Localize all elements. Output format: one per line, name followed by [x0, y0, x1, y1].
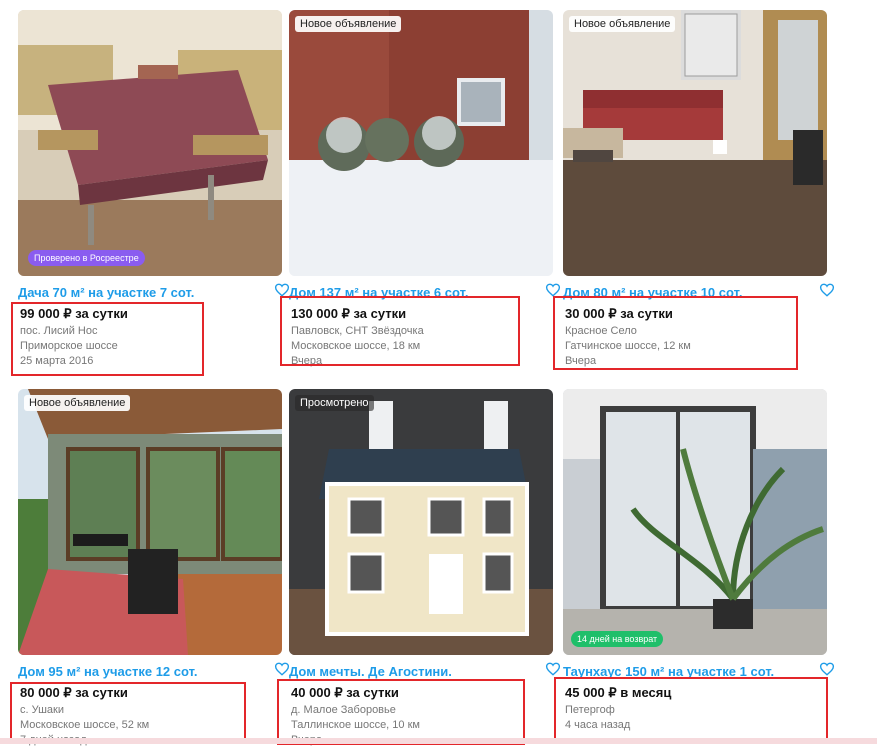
- listing-title[interactable]: Дача 70 м² на участке 7 сот.: [18, 285, 262, 300]
- bottom-strip: [0, 738, 877, 744]
- listing-price: 45 000 ₽ в месяц: [565, 685, 672, 700]
- listing-photo[interactable]: 14 дней на возврат: [563, 389, 827, 655]
- listing-title[interactable]: Таунхаус 150 м² на участке 1 сот.: [563, 664, 807, 679]
- new-listing-badge: Новое объявление: [569, 16, 676, 32]
- listing-title[interactable]: Дом мечты. Де Агостини.: [289, 664, 533, 679]
- listing-road: Приморское шоссе: [20, 340, 118, 352]
- listing-location: д. Малое Заборовье: [291, 704, 396, 716]
- listing-price: 40 000 ₽ за сутки: [291, 685, 399, 700]
- listing-road: Гатчинское шоссе, 12 км: [565, 340, 691, 352]
- viewed-badge: Просмотрено: [295, 395, 374, 411]
- listing-title[interactable]: Дом 80 м² на участке 10 сот.: [563, 285, 807, 300]
- listing-location: Павловск, СНТ Звёздочка: [291, 325, 424, 337]
- listing-photo[interactable]: Новое объявление: [18, 389, 282, 655]
- listing-road: Таллинское шоссе, 10 км: [291, 719, 420, 731]
- listing-location: пос. Лисий Нос: [20, 325, 98, 337]
- listing-photo[interactable]: Новое объявление: [563, 10, 827, 276]
- new-listing-badge: Новое объявление: [295, 16, 402, 32]
- heart-icon[interactable]: [545, 662, 561, 676]
- listing-road: Московское шоссе, 52 км: [20, 719, 150, 731]
- verified-tag: Проверено в Росреестре: [28, 250, 145, 266]
- listing-title[interactable]: Дом 95 м² на участке 12 сот.: [18, 664, 262, 679]
- listing-date: 25 марта 2016: [20, 355, 94, 367]
- listing-price: 99 000 ₽ за сутки: [20, 306, 128, 321]
- listing-photo[interactable]: Новое объявление: [289, 10, 553, 276]
- heart-icon[interactable]: [274, 662, 290, 676]
- listing-photo[interactable]: Проверено в Росреестре: [18, 10, 282, 276]
- heart-icon[interactable]: [545, 283, 561, 297]
- return-tag: 14 дней на возврат: [571, 631, 664, 647]
- listing-price: 80 000 ₽ за сутки: [20, 685, 128, 700]
- listing-road: Московское шоссе, 18 км: [291, 340, 421, 352]
- listing-date: Вчера: [565, 355, 597, 367]
- listing-location: с. Ушаки: [20, 704, 65, 716]
- listing-photo[interactable]: Просмотрено: [289, 389, 553, 655]
- listing-time: 4 часа назад: [565, 719, 631, 731]
- listing-price: 30 000 ₽ за сутки: [565, 306, 673, 321]
- new-listing-badge: Новое объявление: [24, 395, 131, 411]
- heart-icon[interactable]: [274, 283, 290, 297]
- heart-icon[interactable]: [819, 283, 835, 297]
- listing-location: Красное Село: [565, 325, 637, 337]
- listing-title[interactable]: Дом 137 м² на участке 6 сот.: [289, 285, 533, 300]
- listing-location: Петергоф: [565, 704, 615, 716]
- listing-date: Вчера: [291, 355, 323, 367]
- listing-price: 130 000 ₽ за сутки: [291, 306, 407, 321]
- heart-icon[interactable]: [819, 662, 835, 676]
